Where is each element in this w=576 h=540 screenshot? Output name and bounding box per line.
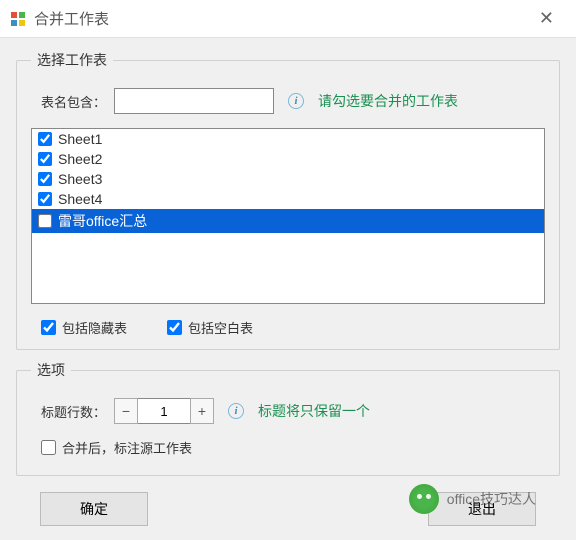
select-group-legend: 选择工作表 xyxy=(31,50,113,70)
options-group-legend: 选项 xyxy=(31,360,71,380)
filter-label: 表名包含： xyxy=(41,92,106,111)
list-item-checkbox[interactable] xyxy=(38,214,52,228)
stepper-minus-button[interactable]: − xyxy=(114,398,138,424)
list-item-checkbox[interactable] xyxy=(38,172,52,186)
list-item-label: 雷哥office汇总 xyxy=(58,211,538,231)
ok-button[interactable]: 确定 xyxy=(40,492,148,526)
annotate-source-label: 合并后，标注源工作表 xyxy=(62,438,192,457)
exit-button[interactable]: 退出 xyxy=(428,492,536,526)
list-item-checkbox[interactable] xyxy=(38,192,52,206)
list-item-label: Sheet1 xyxy=(58,131,538,147)
merge-sheets-dialog: 合并工作表 ✕ 选择工作表 表名包含： i 请勾选要合并的工作表 Sheet1S… xyxy=(0,0,576,540)
filter-hint: 请勾选要合并的工作表 xyxy=(318,91,458,111)
list-item-checkbox[interactable] xyxy=(38,132,52,146)
include-hidden-input[interactable] xyxy=(41,320,56,335)
title-rows-input[interactable] xyxy=(138,398,190,424)
stepper-plus-button[interactable]: + xyxy=(190,398,214,424)
select-worksheets-group: 选择工作表 表名包含： i 请勾选要合并的工作表 Sheet1Sheet2She… xyxy=(16,50,560,350)
title-rows-row: 标题行数： − + i 标题将只保留一个 xyxy=(41,398,545,424)
include-blank-label: 包括空白表 xyxy=(188,318,253,337)
include-blank-input[interactable] xyxy=(167,320,182,335)
title-rows-label: 标题行数： xyxy=(41,402,106,421)
button-row: 确定 退出 xyxy=(16,486,560,526)
close-button[interactable]: ✕ xyxy=(527,8,566,29)
name-filter-row: 表名包含： i 请勾选要合并的工作表 xyxy=(41,88,545,114)
list-item[interactable]: Sheet1 xyxy=(32,129,544,149)
list-item[interactable]: Sheet3 xyxy=(32,169,544,189)
filter-input[interactable] xyxy=(114,88,274,114)
list-item-label: Sheet3 xyxy=(58,171,538,187)
sheet-listbox[interactable]: Sheet1 Sheet2 Sheet3 Sheet4 雷哥office汇总 xyxy=(31,128,545,304)
dialog-body: 选择工作表 表名包含： i 请勾选要合并的工作表 Sheet1Sheet2She… xyxy=(0,38,576,540)
list-item[interactable]: Sheet2 xyxy=(32,149,544,169)
list-item[interactable]: 雷哥office汇总 xyxy=(32,209,544,233)
include-hidden-label: 包括隐藏表 xyxy=(62,318,127,337)
titlebar: 合并工作表 ✕ xyxy=(0,0,576,38)
app-icon xyxy=(10,11,26,27)
options-group: 选项 标题行数： − + i 标题将只保留一个 合并后，标注源工作表 xyxy=(16,360,560,476)
annotate-source-row: 合并后，标注源工作表 xyxy=(41,438,545,457)
list-item-checkbox[interactable] xyxy=(38,152,52,166)
title-rows-stepper: − + xyxy=(114,398,214,424)
window-title: 合并工作表 xyxy=(34,8,527,29)
list-item-label: Sheet4 xyxy=(58,191,538,207)
list-item-label: Sheet2 xyxy=(58,151,538,167)
include-blank-checkbox[interactable]: 包括空白表 xyxy=(167,318,253,337)
annotate-source-input[interactable] xyxy=(41,440,56,455)
info-icon[interactable]: i xyxy=(288,93,304,109)
info-icon[interactable]: i xyxy=(228,403,244,419)
include-options-row: 包括隐藏表 包括空白表 xyxy=(41,318,545,337)
title-rows-hint: 标题将只保留一个 xyxy=(258,401,370,421)
annotate-source-checkbox[interactable]: 合并后，标注源工作表 xyxy=(41,438,192,457)
include-hidden-checkbox[interactable]: 包括隐藏表 xyxy=(41,318,127,337)
list-item[interactable]: Sheet4 xyxy=(32,189,544,209)
